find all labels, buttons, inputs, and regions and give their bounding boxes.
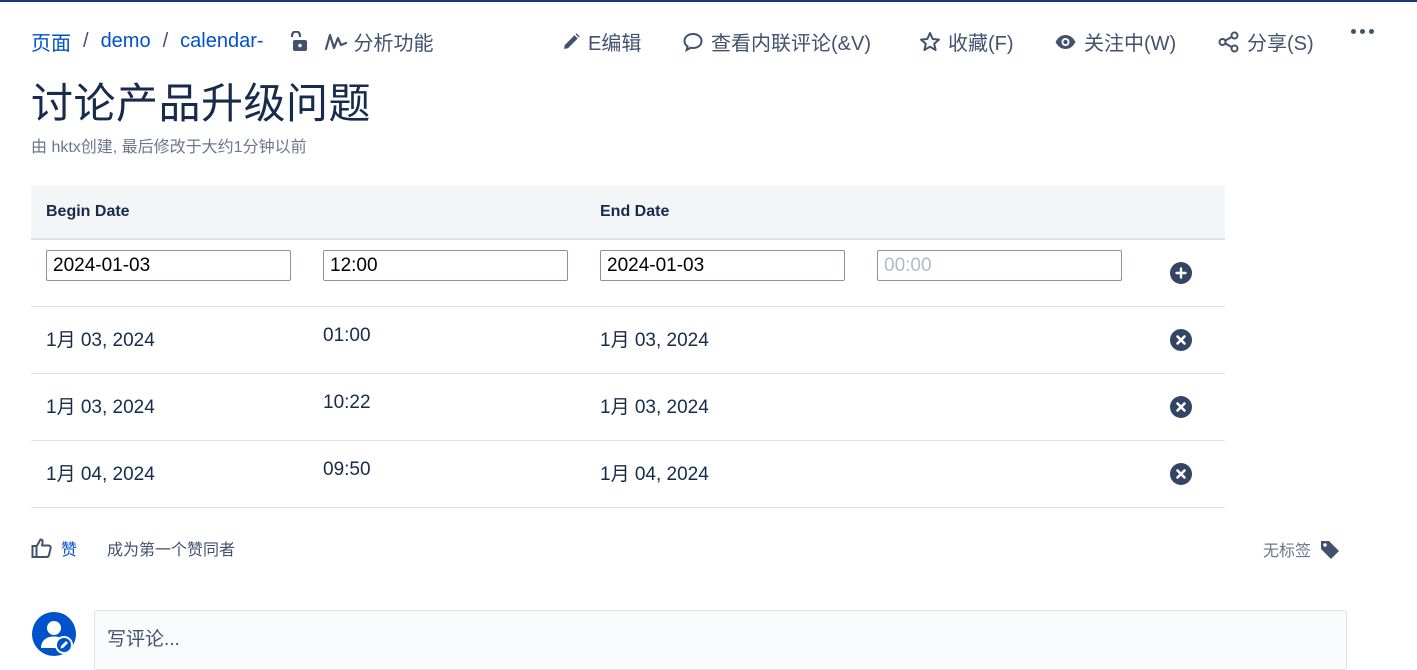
delete-entry-button[interactable] (1170, 463, 1192, 485)
comment-icon (683, 32, 703, 52)
begin-date-cell: 1月 04, 2024 (46, 464, 155, 485)
inline-comments-label: 查看内联评论(&V) (711, 33, 871, 55)
page-title: 讨论产品升级问题 (31, 80, 372, 127)
top-accent-line (0, 0, 1417, 2)
labels-area[interactable]: 无标签 (1263, 537, 1341, 561)
avatar (32, 612, 76, 656)
view-inline-comments-button[interactable]: 查看内联评论(&V) (682, 27, 871, 56)
begin-date-cell: 1月 03, 2024 (46, 397, 155, 418)
share-label: 分享(S) (1247, 33, 1314, 55)
like-bar: 赞 成为第一个赞同者 (31, 536, 235, 560)
eye-icon (1055, 34, 1076, 49)
delete-entry-button[interactable] (1170, 329, 1192, 351)
star-icon (920, 31, 940, 51)
share-button[interactable]: 分享(S) (1218, 27, 1314, 56)
page-byline: 由 hktx创建, 最后修改于大约1分钟以前 (31, 139, 307, 156)
end-date-header: End Date (600, 203, 670, 220)
pencil-icon (564, 32, 580, 49)
end-time-input[interactable] (877, 250, 1122, 281)
like-button[interactable]: 赞 (31, 536, 77, 560)
page-toolbar: E编辑 查看内联评论(&V) 收藏(F) 关注中(W) 分享(S) (0, 27, 1417, 56)
thumbs-up-icon (31, 538, 52, 558)
begin-date-cell: 1月 03, 2024 (46, 330, 155, 351)
begin-time-cell: 09:50 (323, 459, 371, 480)
favorite-button[interactable]: 收藏(F) (919, 27, 1014, 56)
tag-icon (1321, 541, 1340, 559)
more-dot-icon (1360, 29, 1365, 34)
no-labels-text: 无标签 (1263, 543, 1312, 560)
more-actions-button[interactable] (1351, 29, 1374, 34)
table-row: 1月 04, 2024 09:50 1月 04, 2024 (31, 441, 1225, 508)
begin-time-cell: 10:22 (323, 392, 371, 413)
share-icon (1218, 31, 1239, 52)
end-date-cell: 1月 03, 2024 (600, 330, 709, 351)
begin-date-input[interactable] (46, 250, 291, 281)
begin-time-cell: 01:00 (323, 325, 371, 346)
comment-input[interactable]: 写评论... (94, 610, 1347, 670)
edit-button[interactable]: E编辑 (561, 27, 641, 56)
more-dot-icon (1351, 29, 1356, 34)
table-row: 1月 03, 2024 01:00 1月 03, 2024 (31, 307, 1225, 374)
watching-button[interactable]: 关注中(W) (1054, 27, 1176, 56)
delete-entry-button[interactable] (1170, 396, 1192, 418)
end-date-cell: 1月 03, 2024 (600, 397, 709, 418)
table-row: 1月 03, 2024 10:22 1月 03, 2024 (31, 374, 1225, 441)
close-icon (1176, 469, 1186, 479)
more-dot-icon (1369, 29, 1374, 34)
like-label: 赞 (61, 542, 78, 559)
table-header: Begin Date End Date (31, 186, 1225, 240)
add-entry-button[interactable] (1170, 262, 1192, 284)
close-icon (1176, 335, 1186, 345)
end-date-input[interactable] (600, 250, 845, 281)
begin-date-header: Begin Date (46, 203, 130, 220)
user-avatar-icon (41, 621, 73, 654)
first-liker-text: 成为第一个赞同者 (107, 542, 236, 559)
close-icon (1176, 402, 1186, 412)
begin-time-input[interactable] (323, 250, 568, 281)
watching-label: 关注中(W) (1084, 33, 1177, 55)
plus-icon (1175, 267, 1187, 279)
favorite-label: 收藏(F) (948, 33, 1014, 55)
date-range-table: Begin Date End Date 1月 03, 2024 01:00 1月… (31, 186, 1225, 508)
new-entry-row (31, 240, 1225, 307)
end-date-cell: 1月 04, 2024 (600, 464, 709, 485)
edit-label: E编辑 (588, 33, 642, 55)
